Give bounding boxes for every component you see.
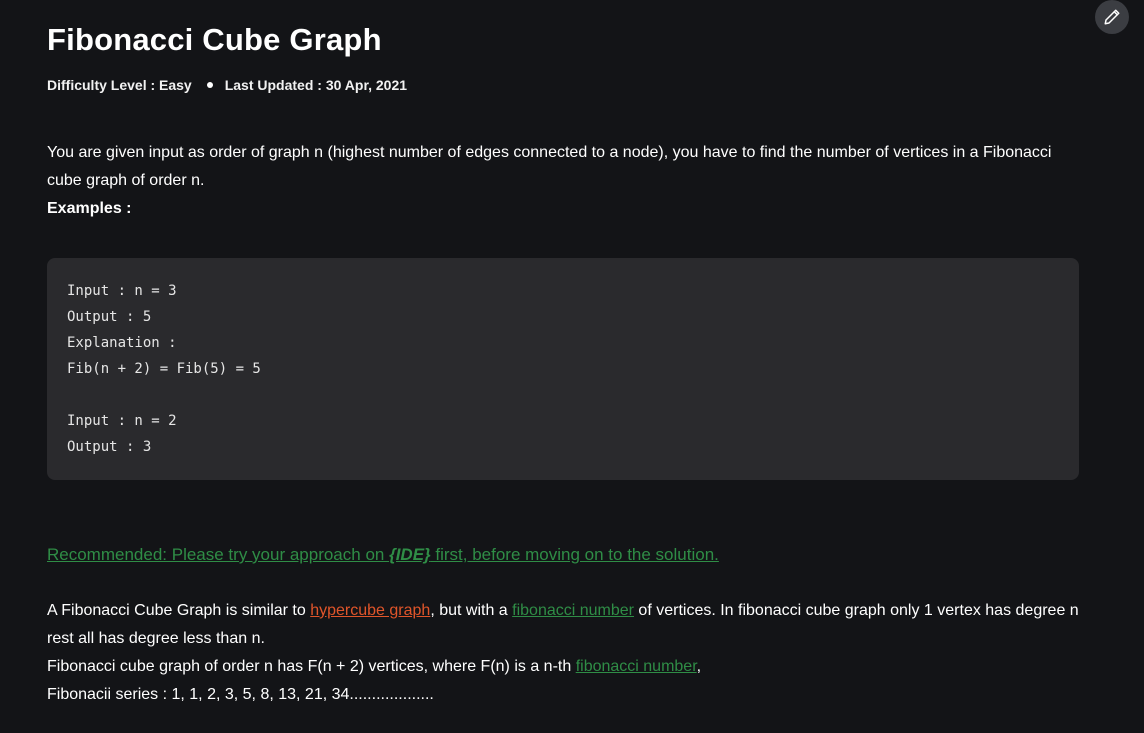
body-paragraph-2: Fibonacci cube graph of order n has F(n … [47,653,1097,681]
edit-button[interactable] [1095,0,1129,34]
fibonacci-number-link-2[interactable]: fibonacci number [576,658,697,675]
ide-link[interactable]: {IDE} [389,545,431,564]
page-title: Fibonacci Cube Graph [47,22,382,57]
code-line: Output : 5 [67,309,152,325]
article-page: Fibonacci Cube Graph Difficulty Level : … [0,0,1144,733]
text-span: , but with a [430,602,513,619]
text-span: Fibonacci cube graph of order n has F(n … [47,658,576,675]
code-block: Input : n = 3 Output : 5 Explanation : F… [47,258,1079,480]
body-paragraph-1: A Fibonacci Cube Graph is similar to hyp… [47,597,1097,653]
intro-section: You are given input as order of graph n … [47,139,1057,223]
article-meta: Difficulty Level : Easy Last Updated : 3… [47,77,407,93]
text-span: , [696,658,702,675]
recommended-suffix: first, before moving on to the solution. [430,545,719,564]
article-body: A Fibonacci Cube Graph is similar to hyp… [47,597,1097,709]
code-line: Input : n = 2 [67,413,177,429]
recommended-prefix: Recommended: Please try your approach on [47,545,390,564]
code-line: Explanation : [67,335,177,351]
pencil-icon [1104,9,1120,25]
fibonacci-number-link[interactable]: fibonacci number [512,602,634,619]
fibonacci-series-line: Fibonacii series : 1, 1, 2, 3, 5, 8, 13,… [47,686,434,703]
last-updated: Last Updated : 30 Apr, 2021 [224,77,408,93]
recommended-link[interactable]: Recommended: Please try your approach on… [47,545,719,565]
code-line: Input : n = 3 [67,283,177,299]
separator-dot-icon [206,82,213,88]
text-span: A Fibonacci Cube Graph is similar to [47,602,311,619]
hypercube-graph-link[interactable]: hypercube graph [310,602,430,619]
code-line: Output : 3 [67,439,152,455]
difficulty-level: Difficulty Level : Easy [47,77,192,93]
code-line: Fib(n + 2) = Fib(5) = 5 [67,361,261,377]
examples-heading: Examples : [47,200,132,217]
intro-paragraph: You are given input as order of graph n … [47,144,1052,189]
